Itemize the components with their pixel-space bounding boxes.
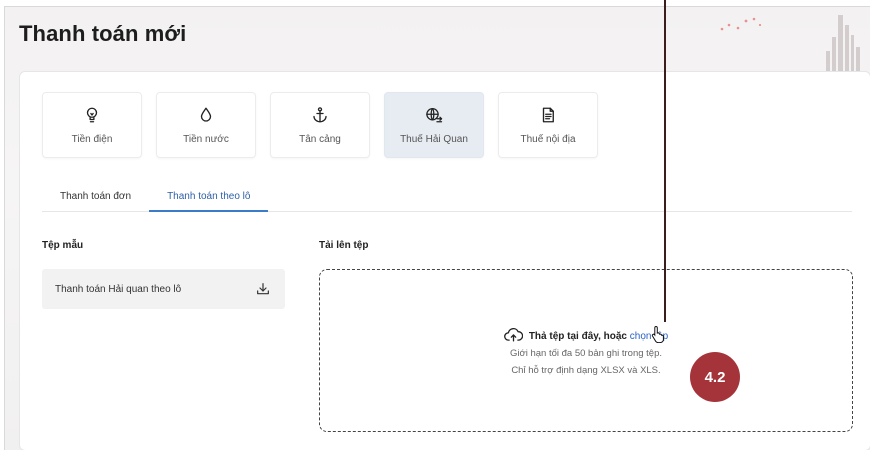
dropzone-text: Thả tệp tại đây, hoặc — [528, 331, 630, 342]
category-label: Tiền điện — [71, 133, 113, 145]
app-window: Thanh toán mới Tiền điện Tiền nước Tân c… — [4, 6, 870, 450]
globe-exchange-icon — [426, 107, 443, 122]
lightbulb-icon — [86, 107, 98, 122]
category-label: Tân cảng — [299, 133, 341, 145]
category-label: Thuế nội địa — [520, 133, 576, 145]
template-file-download[interactable]: Thanh toán Hải quan theo lô — [42, 269, 285, 309]
payment-mode-tabs: Thanh toán đơn Thanh toán theo lô — [42, 182, 852, 212]
category-label: Tiền nước — [183, 133, 229, 145]
tab-batch-payment[interactable]: Thanh toán theo lô — [149, 182, 269, 212]
template-file-name: Thanh toán Hải quan theo lô — [55, 283, 182, 295]
city-skyline-decoration — [720, 15, 860, 77]
download-icon[interactable] — [255, 281, 271, 297]
upload-format-hint: Chỉ hỗ trợ định dạng XLSX và XLS. — [511, 365, 661, 376]
annotation-pointer-line — [664, 0, 666, 322]
category-domestic-tax[interactable]: Thuế nội địa — [498, 92, 598, 158]
upload-limit-hint: Giới hạn tối đa 50 bản ghi trong tệp. — [510, 348, 662, 359]
category-water[interactable]: Tiền nước — [156, 92, 256, 158]
tab-single-payment[interactable]: Thanh toán đơn — [42, 182, 149, 212]
hand-cursor-icon — [651, 325, 664, 343]
step-badge: 4.2 — [690, 352, 740, 402]
payment-category-list: Tiền điện Tiền nước Tân cảng Thuế Hải Qu… — [42, 92, 598, 158]
category-port[interactable]: Tân cảng — [270, 92, 370, 158]
category-label: Thuế Hải Quan — [400, 133, 468, 145]
category-customs-tax[interactable]: Thuế Hải Quan — [384, 92, 484, 158]
cloud-upload-icon — [503, 327, 524, 342]
upload-section-label: Tải lên tệp — [319, 240, 369, 251]
dropzone-instruction: Thả tệp tại đây, hoặc chọn tệp — [320, 327, 852, 342]
template-section-label: Tệp mẫu — [42, 240, 84, 251]
anchor-icon — [313, 106, 327, 122]
water-drop-icon — [200, 107, 212, 122]
page-title: Thanh toán mới — [19, 21, 187, 46]
category-electricity[interactable]: Tiền điện — [42, 92, 142, 158]
document-icon — [542, 107, 554, 122]
file-dropzone[interactable]: Thả tệp tại đây, hoặc chọn tệp Giới hạn … — [319, 269, 853, 432]
payment-card: Tiền điện Tiền nước Tân cảng Thuế Hải Qu… — [19, 71, 870, 450]
